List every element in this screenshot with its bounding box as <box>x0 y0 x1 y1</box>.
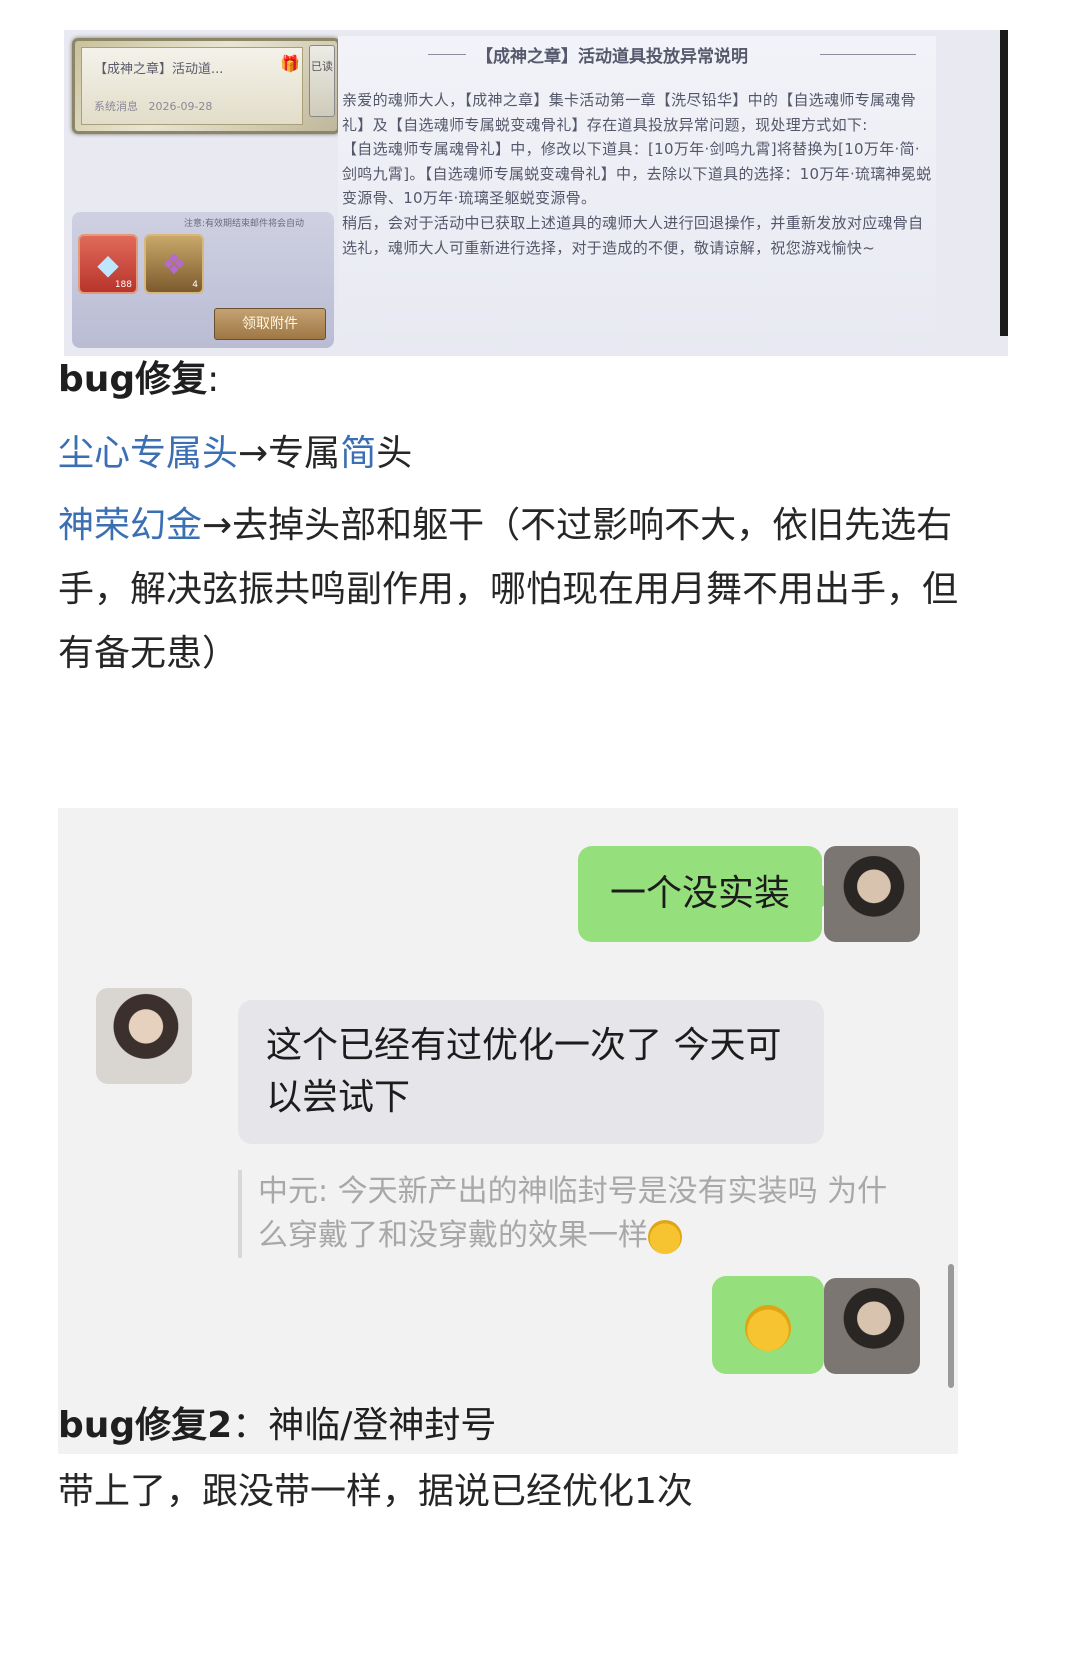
fix-line-3: 带上了，跟没带一样，据说已经优化1次 <box>58 1471 693 1512</box>
attachment-panel: 注意:有效期结束邮件将会自动 ◆ 188 ❖ 4 领取附件 <box>72 212 334 348</box>
fix-line-2: 神荣幻金→去掉头部和躯干（不过影响不大，依旧先选右手，解决弦振共鸣副作用，哪怕现… <box>58 505 959 674</box>
mail-body-title: 【成神之章】活动道具投放异常说明 <box>476 47 748 67</box>
divider <box>428 54 466 55</box>
attachment-note: 注意:有效期结束邮件将会自动 <box>184 219 305 229</box>
mail-body-text: 亲爱的魂师大人，【成神之章】集卡活动第一章【洗尽铅华】中的【自选魂师专属魂骨礼】… <box>342 88 932 260</box>
item-count: 4 <box>192 280 198 290</box>
mail-list-date: 系统消息 2026-09-28 <box>94 100 213 113</box>
chat-screenshot: 一个没实装 这个已经有过优化一次了 今天可以尝试下 中元: 今天新产出的神临封号… <box>58 808 958 1454</box>
highlight-term[interactable]: 简 <box>340 433 376 474</box>
scrollbar[interactable] <box>1000 30 1008 336</box>
avatar[interactable] <box>96 988 192 1084</box>
mail-list-title: 【成神之章】活动道... <box>94 62 224 77</box>
chat-bubble-outgoing: 一个没实装 <box>578 846 836 942</box>
scrollbar[interactable] <box>948 1264 954 1388</box>
claim-attachment-button[interactable]: 领取附件 <box>214 308 326 340</box>
mail-paragraph: 亲爱的魂师大人，【成神之章】集卡活动第一章【洗尽铅华】中的【自选魂师专属魂骨礼】… <box>342 91 916 134</box>
mail-paragraph: 稍后，会对于活动中已获取上述道具的魂师大人进行回退操作，并重新发放对应魂骨自选礼… <box>342 213 924 257</box>
laughing-crying-emoji-icon <box>648 1219 682 1254</box>
mail-list-card: 【成神之章】活动道... 🎁 系统消息 2026-09-28 <box>81 47 303 125</box>
highlight-term[interactable]: 神荣幻金 <box>58 505 202 546</box>
mail-paragraph: 【自选魂师专属魂骨礼】中，修改以下道具：[10万年·剑鸣九霄]将替换为[10万年… <box>342 140 932 208</box>
item-count: 188 <box>114 280 132 290</box>
diamond-icon[interactable]: ◆ 188 <box>78 234 138 294</box>
read-status-tag: 已读 <box>309 45 335 117</box>
section-heading: bug修复: <box>58 359 220 400</box>
laughing-crying-emoji-icon <box>745 1304 791 1351</box>
gift-icon: 🎁 <box>280 54 300 73</box>
mail-body: 【成神之章】活动道具投放异常说明 亲爱的魂师大人，【成神之章】集卡活动第一章【洗… <box>338 36 936 352</box>
divider <box>820 54 916 55</box>
fix-line-1: 尘心专属头→专属简头 <box>58 433 413 474</box>
mail-list-item[interactable]: 【成神之章】活动道... 🎁 系统消息 2026-09-28 已读 <box>72 38 340 134</box>
chat-bubble-incoming: 这个已经有过优化一次了 今天可以尝试下 <box>238 1000 824 1144</box>
quoted-message: 中元: 今天新产出的神临封号是没有实装吗 为什么穿戴了和没穿戴的效果一样 <box>258 1174 888 1254</box>
section-heading-2: bug修复2：神临/登神封号 <box>58 1405 497 1446</box>
skill-scroll-icon[interactable]: ❖ 4 <box>144 234 204 294</box>
quote-bar <box>238 1170 242 1258</box>
avatar[interactable] <box>824 846 920 942</box>
mail-screenshot: 【成神之章】活动道... 🎁 系统消息 2026-09-28 已读 注意:有效期… <box>64 30 1008 356</box>
chat-bubble-outgoing <box>712 1276 838 1374</box>
highlight-term[interactable]: 尘心专属头 <box>58 433 238 474</box>
avatar[interactable] <box>824 1278 920 1374</box>
